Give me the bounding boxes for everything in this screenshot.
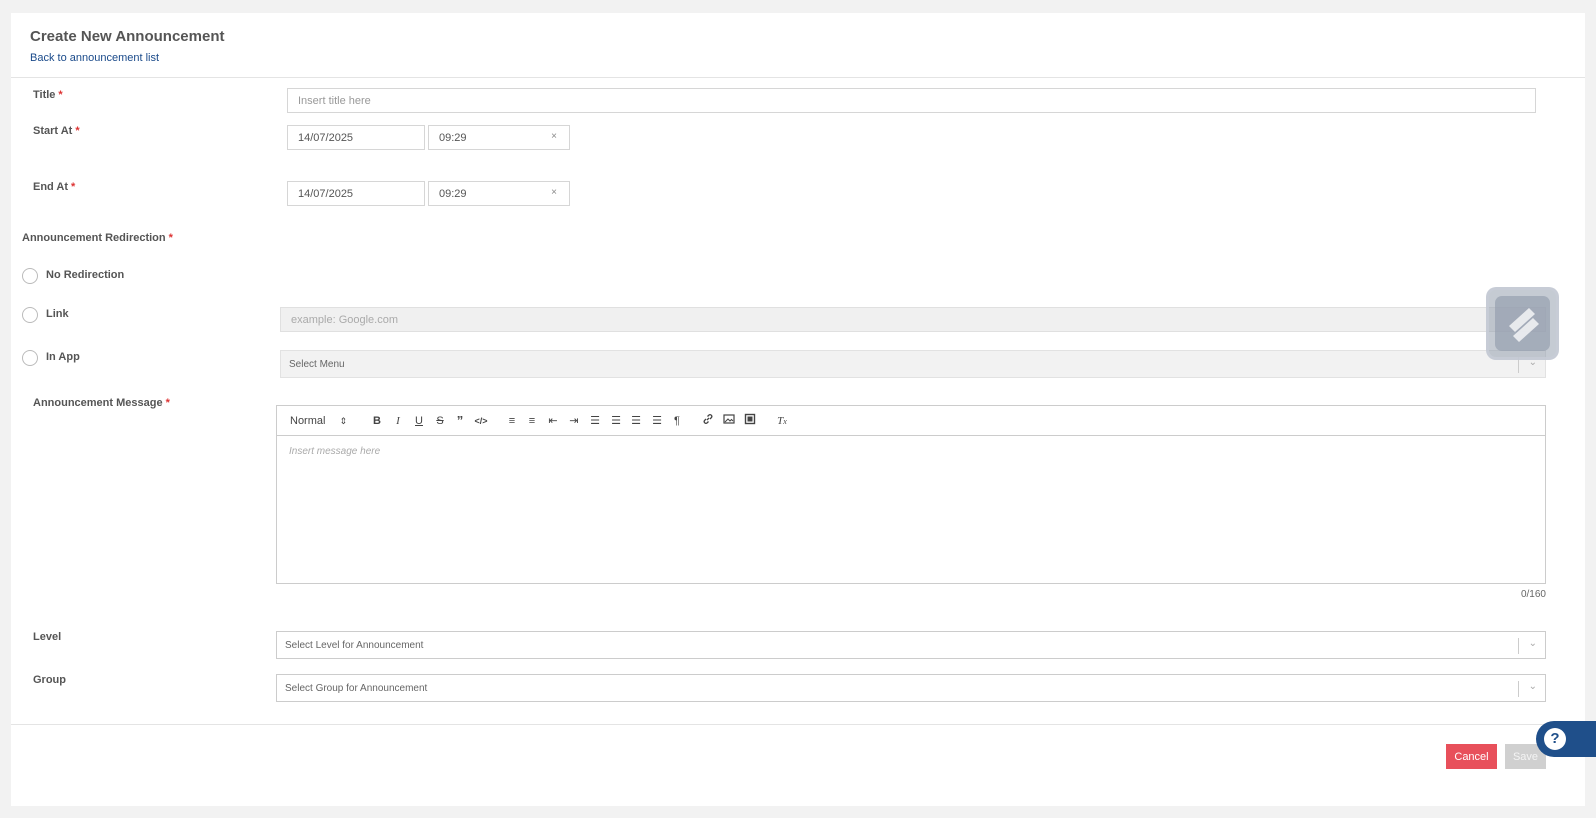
floating-widget[interactable] — [1486, 287, 1559, 360]
format-select[interactable]: Normal ⇕ — [290, 413, 354, 429]
end-time-input[interactable]: 09:29 × — [428, 181, 570, 206]
no-redirection-label: No Redirection — [46, 269, 125, 281]
title-input[interactable]: Insert title here — [287, 88, 1536, 113]
start-time-input[interactable]: 09:29 × — [428, 125, 570, 150]
radio-in-app[interactable] — [22, 350, 38, 366]
clear-format-icon[interactable]: Tx — [774, 413, 790, 429]
editor-toolbar: Normal⇕ B I U S ” </> ≡ ≡ ⇤ ⇥ ☰ ☰ ☰ ☰ ¶ — [277, 406, 1545, 436]
strikethrough-icon[interactable]: S — [433, 413, 447, 429]
in-app-label: In App — [46, 351, 80, 363]
italic-icon[interactable]: I — [391, 413, 405, 429]
align-right-icon[interactable]: ☰ — [629, 413, 643, 429]
start-date-input[interactable]: 14/07/2025 — [287, 125, 425, 150]
image-icon[interactable] — [722, 413, 736, 429]
chevron-down-icon: ⌄ — [1528, 681, 1537, 692]
link-label: Link — [46, 308, 69, 320]
bullet-list-icon[interactable]: ≡ — [525, 413, 539, 429]
back-to-list-link[interactable]: Back to announcement list — [30, 52, 159, 64]
align-left-icon[interactable]: ☰ — [588, 413, 602, 429]
indent-icon[interactable]: ⇥ — [567, 413, 581, 429]
end-at-label: End At * — [33, 181, 76, 193]
radio-no-redirection[interactable] — [22, 268, 38, 284]
start-at-label: Start At * — [33, 125, 80, 137]
video-icon[interactable] — [743, 413, 757, 429]
page-title: Create New Announcement — [30, 28, 225, 45]
align-justify-icon[interactable]: ☰ — [650, 413, 664, 429]
end-date-input[interactable]: 14/07/2025 — [287, 181, 425, 206]
cancel-button[interactable]: Cancel — [1446, 744, 1497, 769]
select-separator — [1518, 681, 1519, 697]
level-select[interactable]: Select Level for Announcement ⌄ — [276, 631, 1546, 659]
code-icon[interactable]: </> — [473, 413, 489, 429]
menu-select-value: Select Menu — [289, 358, 345, 370]
underline-icon[interactable]: U — [412, 413, 426, 429]
blockquote-icon[interactable]: ” — [453, 413, 467, 429]
message-textarea-placeholder[interactable]: Insert message here — [289, 446, 380, 457]
help-button[interactable]: ? — [1536, 721, 1596, 757]
widget-logo-icon — [1495, 296, 1550, 351]
outdent-icon[interactable]: ⇤ — [546, 413, 560, 429]
align-center-icon[interactable]: ☰ — [609, 413, 623, 429]
footer-divider — [11, 724, 1585, 725]
radio-link[interactable] — [22, 307, 38, 323]
bold-icon[interactable]: B — [370, 413, 384, 429]
title-label: Title * — [33, 89, 63, 101]
message-label: Announcement Message * — [33, 397, 170, 409]
redirection-label: Announcement Redirection * — [22, 232, 173, 244]
menu-select[interactable]: Select Menu ⌄ — [280, 350, 1546, 378]
group-select-value: Select Group for Announcement — [285, 682, 428, 694]
help-icon: ? — [1544, 728, 1566, 750]
clear-end-time-icon[interactable]: × — [551, 187, 557, 198]
message-editor: Normal⇕ B I U S ” </> ≡ ≡ ⇤ ⇥ ☰ ☰ ☰ ☰ ¶ — [276, 405, 1546, 584]
level-label: Level — [33, 631, 62, 643]
clear-start-time-icon[interactable]: × — [551, 131, 557, 142]
group-label: Group — [33, 674, 66, 686]
text-direction-icon[interactable]: ¶ — [670, 413, 684, 429]
announcement-form-card: Create New Announcement Back to announce… — [11, 13, 1585, 806]
link-icon[interactable] — [701, 413, 715, 429]
level-select-value: Select Level for Announcement — [285, 639, 424, 651]
group-select[interactable]: Select Group for Announcement ⌄ — [276, 674, 1546, 702]
header-divider — [11, 77, 1585, 78]
message-char-counter: 0/160 — [1520, 589, 1546, 600]
select-separator — [1518, 638, 1519, 654]
link-url-input[interactable]: example: Google.com — [280, 307, 1546, 332]
chevron-down-icon: ⌄ — [1528, 638, 1537, 649]
ordered-list-icon[interactable]: ≡ — [505, 413, 519, 429]
